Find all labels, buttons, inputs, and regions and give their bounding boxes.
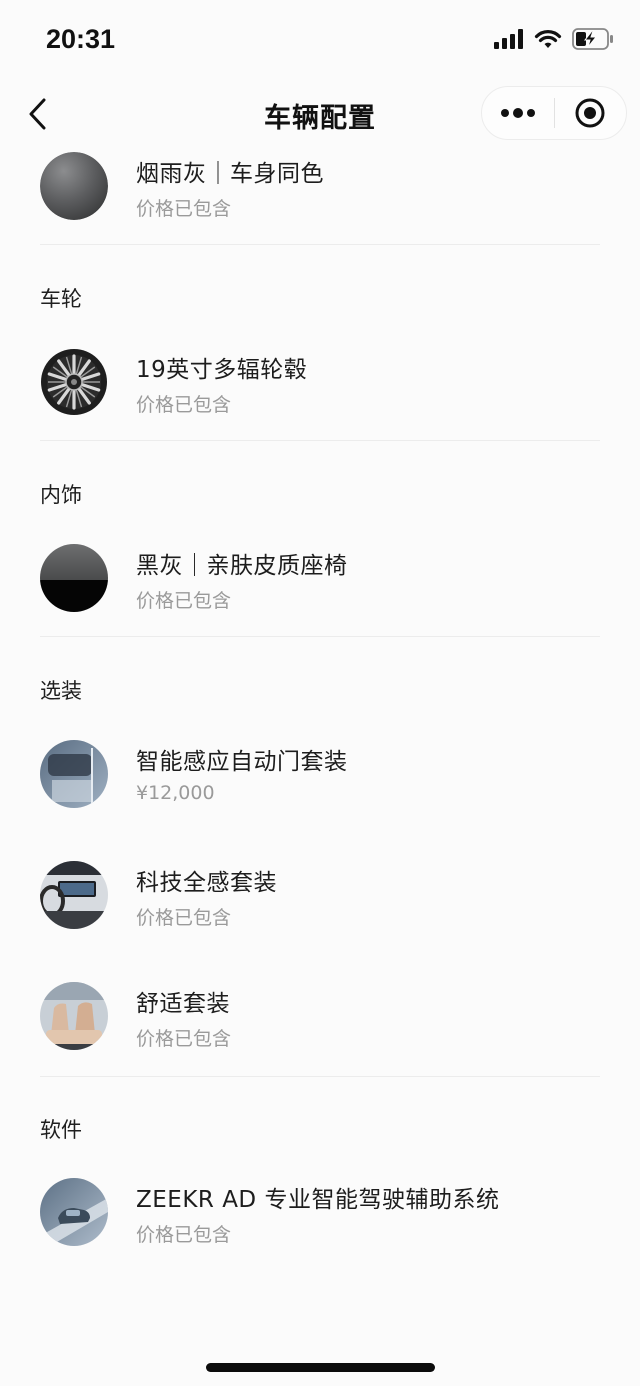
wifi-icon bbox=[534, 30, 562, 48]
list-item-exterior-color[interactable]: 烟雨灰｜车身同色 价格已包含 bbox=[0, 152, 640, 232]
section-heading-software: 软件 bbox=[40, 1118, 82, 1142]
list-item-option-auto-door[interactable]: 智能感应自动门套装 ¥12,000 bbox=[0, 740, 640, 820]
item-title: 舒适套装 bbox=[136, 991, 230, 1017]
item-price: ¥12,000 bbox=[136, 782, 215, 804]
item-title: 智能感应自动门套装 bbox=[136, 749, 348, 775]
item-price: 价格已包含 bbox=[136, 907, 232, 929]
seat-photo-icon bbox=[40, 982, 108, 1050]
section-divider bbox=[40, 440, 600, 441]
wheel-rim-icon bbox=[40, 348, 108, 416]
list-item-option-comfort-package[interactable]: 舒适套装 价格已包含 bbox=[0, 982, 640, 1062]
item-price: 价格已包含 bbox=[136, 198, 232, 220]
item-title: 黑灰｜亲肤皮质座椅 bbox=[136, 553, 348, 579]
list-item-interior[interactable]: 黑灰｜亲肤皮质座椅 价格已包含 bbox=[0, 544, 640, 624]
cellular-signal-icon bbox=[494, 29, 523, 49]
section-heading-interior: 内饰 bbox=[40, 483, 82, 507]
car-road-photo-icon bbox=[40, 1178, 108, 1246]
item-title: 19英寸多辐轮毂 bbox=[136, 357, 308, 383]
item-price: 价格已包含 bbox=[136, 1028, 232, 1050]
target-circle-icon bbox=[575, 98, 605, 128]
item-price: 价格已包含 bbox=[136, 1224, 232, 1246]
battery-charging-icon bbox=[572, 28, 613, 50]
item-title: 烟雨灰｜车身同色 bbox=[136, 161, 324, 187]
home-indicator[interactable] bbox=[206, 1363, 435, 1372]
more-dots-icon bbox=[500, 108, 535, 118]
vehicle-config-screen: 20:31 车辆配置 烟雨灰｜车身同色 价格已包含 车轮 19英寸多辐轮毂 价格… bbox=[0, 0, 640, 1386]
status-time: 20:31 bbox=[46, 24, 116, 54]
more-button[interactable] bbox=[482, 86, 554, 140]
section-divider bbox=[40, 636, 600, 637]
section-divider bbox=[40, 244, 600, 245]
item-price: 价格已包含 bbox=[136, 394, 232, 416]
section-heading-wheels: 车轮 bbox=[40, 287, 82, 311]
section-divider bbox=[40, 1076, 600, 1077]
cockpit-photo-icon bbox=[40, 861, 108, 929]
list-item-software-zeekr-ad[interactable]: ZEEKR AD 专业智能驾驶辅助系统 价格已包含 bbox=[0, 1178, 640, 1258]
item-price: 价格已包含 bbox=[136, 590, 232, 612]
item-title: ZEEKR AD 专业智能驾驶辅助系统 bbox=[136, 1187, 500, 1213]
item-title: 科技全感套装 bbox=[136, 870, 277, 896]
close-button[interactable] bbox=[555, 86, 627, 140]
paint-swatch-icon bbox=[40, 152, 108, 220]
list-item-option-tech-package[interactable]: 科技全感套装 价格已包含 bbox=[0, 861, 640, 941]
status-icons bbox=[494, 27, 614, 51]
interior-swatch-icon bbox=[40, 544, 108, 612]
section-heading-options: 选装 bbox=[40, 679, 82, 703]
mini-program-capsule bbox=[481, 86, 627, 140]
door-photo-icon bbox=[40, 740, 108, 808]
list-item-wheels[interactable]: 19英寸多辐轮毂 价格已包含 bbox=[0, 348, 640, 428]
